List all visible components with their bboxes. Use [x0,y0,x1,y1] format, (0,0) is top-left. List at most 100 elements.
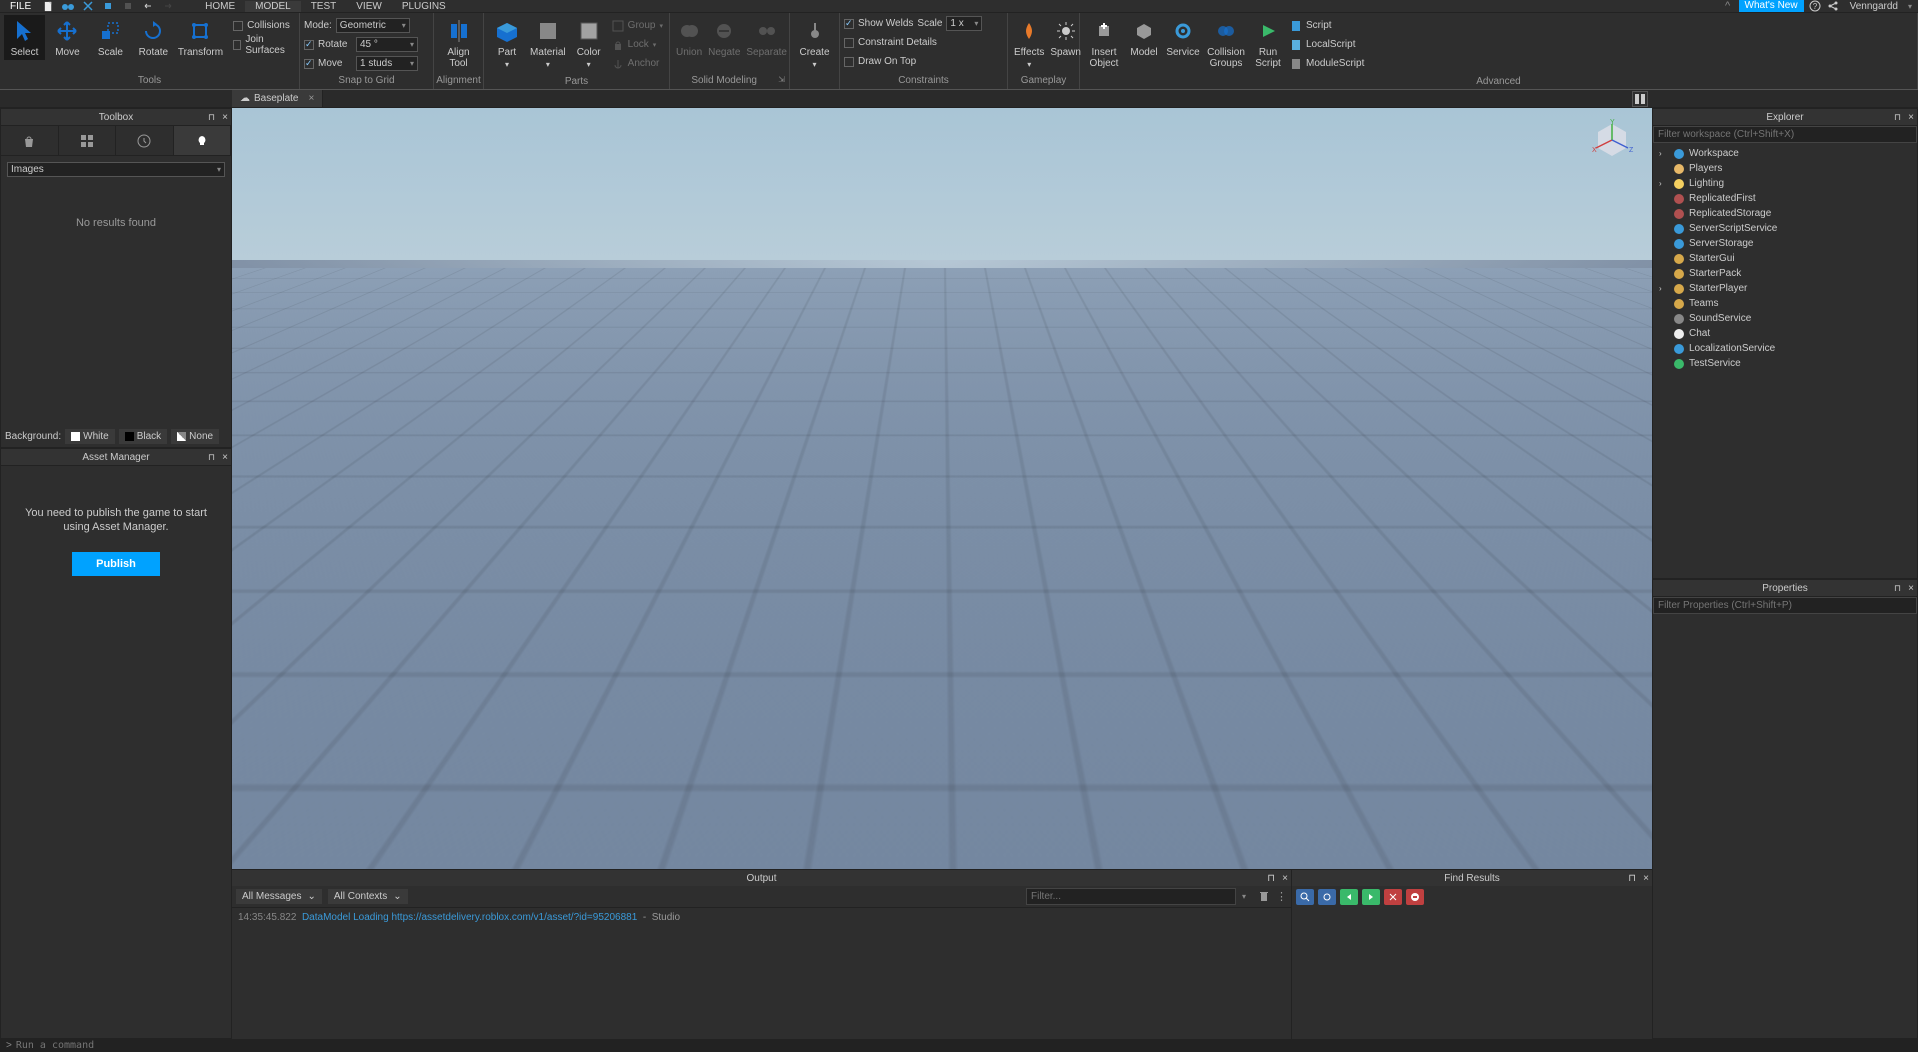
collapse-ribbon-icon[interactable]: ^ [1721,0,1735,12]
expand-arrow-icon[interactable]: › [1659,149,1669,158]
negate-button[interactable]: Negate [706,15,742,60]
close-icon[interactable]: × [1643,873,1649,884]
toolbox-tab-recent[interactable] [116,126,174,155]
draw-on-top-checkbox[interactable]: Draw On Top [844,53,916,70]
tree-item-localizationservice[interactable]: LocalizationService [1655,341,1915,356]
copy-icon[interactable] [101,0,115,12]
file-menu[interactable]: FILE [6,0,35,12]
align-tool-button[interactable]: Align Tool [438,15,479,71]
show-welds-checkbox[interactable]: Show Welds Scale1 x [844,15,982,32]
pin-icon[interactable]: ⊓ [208,452,215,463]
find-clear-icon[interactable] [1384,889,1402,905]
material-button[interactable]: Material▾ [528,15,568,71]
pin-icon[interactable]: ⊓ [1894,583,1901,594]
help-icon[interactable]: ? [1808,0,1822,12]
module-script-button[interactable]: ModuleScript [1290,55,1364,72]
binocular-icon[interactable] [61,0,75,12]
paste-icon[interactable] [121,0,135,12]
tree-item-serverscriptservice[interactable]: ServerScriptService [1655,221,1915,236]
lock-button[interactable]: Lock▾ [612,36,663,53]
username[interactable]: Venngardd [1844,1,1904,12]
pin-icon[interactable]: ⊓ [1628,873,1636,884]
pin-icon[interactable]: ⊓ [1894,112,1901,123]
cut-icon[interactable] [81,0,95,12]
select-button[interactable]: Select [4,15,45,60]
join-surfaces-checkbox[interactable]: Join Surfaces [233,36,293,53]
close-icon[interactable]: × [222,452,228,463]
toolbox-tab-creations[interactable] [174,126,232,155]
effects-button[interactable]: Effects▾ [1012,15,1046,71]
pin-icon[interactable]: ⊓ [1267,873,1275,884]
group-button[interactable]: Group▾ [612,17,663,34]
command-bar-input[interactable] [16,1040,316,1051]
rotate-snap-checkbox[interactable]: Rotate45 ° [304,36,418,53]
toolbox-tab-inventory[interactable] [59,126,117,155]
tab-test[interactable]: TEST [301,1,347,12]
toolbox-tab-marketplace[interactable] [1,126,59,155]
all-contexts-dropdown[interactable]: All Contexts [328,889,408,904]
transform-button[interactable]: Transform [176,15,225,60]
split-view-icon[interactable] [1632,91,1648,107]
tree-item-lighting[interactable]: ›Lighting [1655,176,1915,191]
properties-filter-input[interactable] [1653,597,1917,614]
bg-black-button[interactable]: Black [119,429,167,444]
find-prev-icon[interactable] [1340,889,1358,905]
model-button[interactable]: Model [1126,15,1162,60]
viewport-3d[interactable]: X Y Z [232,108,1652,869]
rotate-button[interactable]: Rotate [133,15,174,60]
all-messages-dropdown[interactable]: All Messages [236,889,322,904]
tree-item-replicatedstorage[interactable]: ReplicatedStorage [1655,206,1915,221]
close-icon[interactable]: × [1908,112,1914,123]
share-icon[interactable] [1826,0,1840,12]
explorer-filter-input[interactable] [1653,126,1917,143]
service-button[interactable]: Service [1164,15,1202,60]
undo-icon[interactable] [141,0,155,12]
create-button[interactable]: Create▾ [794,15,835,71]
color-button[interactable]: Color▾ [570,15,608,71]
find-stop-icon[interactable] [1406,889,1424,905]
close-icon[interactable]: × [1908,583,1914,594]
close-tab-icon[interactable]: × [308,93,314,104]
tab-view[interactable]: VIEW [346,1,392,12]
expand-arrow-icon[interactable]: › [1659,179,1669,188]
tree-item-soundservice[interactable]: SoundService [1655,311,1915,326]
mode-dropdown[interactable]: Mode:Geometric [304,17,410,34]
new-icon[interactable] [41,0,55,12]
bg-none-button[interactable]: None [171,429,219,444]
tree-item-workspace[interactable]: ›Workspace [1655,146,1915,161]
whats-new-button[interactable]: What's New [1739,0,1804,12]
find-refresh-icon[interactable] [1318,889,1336,905]
document-tab-baseplate[interactable]: ☁ Baseplate × [232,90,323,107]
insert-object-button[interactable]: Insert Object [1084,15,1124,71]
tree-item-chat[interactable]: Chat [1655,326,1915,341]
output-filter-input[interactable] [1026,888,1236,905]
bg-white-button[interactable]: White [65,429,115,444]
script-button[interactable]: Script [1290,17,1364,34]
toolbox-category-dropdown[interactable]: Images [7,162,225,177]
close-icon[interactable]: × [1282,873,1288,884]
part-button[interactable]: Part▾ [488,15,526,71]
pin-icon[interactable]: ⊓ [208,112,215,123]
find-search-icon[interactable] [1296,889,1314,905]
tab-home[interactable]: HOME [195,1,245,12]
local-script-button[interactable]: LocalScript [1290,36,1364,53]
scale-button[interactable]: Scale [90,15,131,60]
redo-icon[interactable] [161,0,175,12]
move-button[interactable]: Move [47,15,88,60]
move-snap-checkbox[interactable]: Move1 studs [304,55,418,72]
trash-icon[interactable] [1258,890,1270,903]
separate-button[interactable]: Separate [744,15,789,60]
constraint-details-checkbox[interactable]: Constraint Details [844,34,937,51]
tab-model[interactable]: MODEL [245,1,301,12]
expand-arrow-icon[interactable]: › [1659,284,1669,293]
tree-item-starterplayer[interactable]: ›StarterPlayer [1655,281,1915,296]
union-button[interactable]: Union [674,15,704,60]
spawn-button[interactable]: Spawn [1048,15,1083,60]
run-script-button[interactable]: Run Script [1250,15,1286,71]
anchor-button[interactable]: Anchor [612,55,663,72]
tree-item-testservice[interactable]: TestService [1655,356,1915,371]
tree-item-startergui[interactable]: StarterGui [1655,251,1915,266]
more-icon[interactable]: ⋮ [1276,890,1287,903]
solid-launcher-icon[interactable]: ⇲ [778,75,789,89]
publish-button[interactable]: Publish [72,552,160,576]
